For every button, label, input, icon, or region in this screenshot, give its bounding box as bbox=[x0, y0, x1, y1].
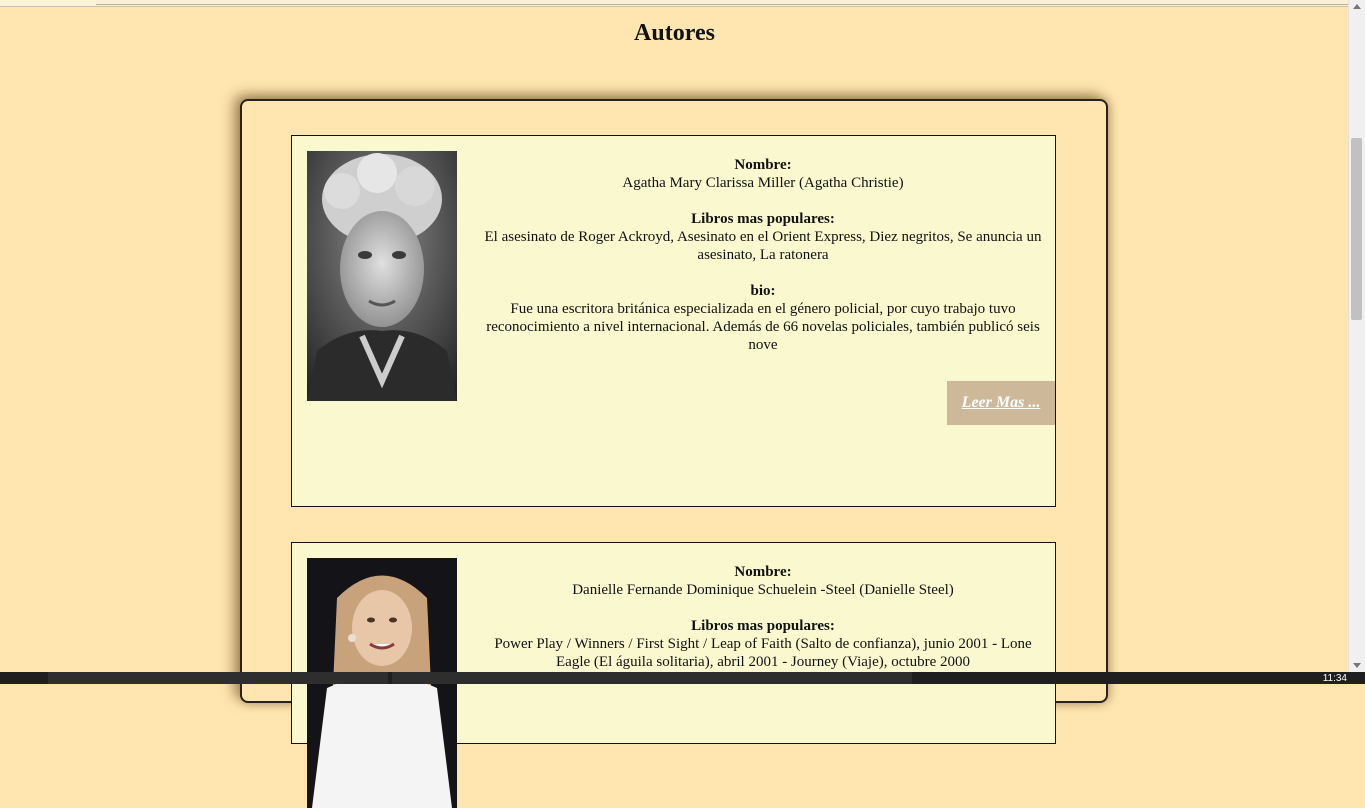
taskbar-item[interactable] bbox=[48, 672, 388, 684]
author-card: Nombre: Agatha Mary Clarissa Miller (Aga… bbox=[291, 135, 1056, 507]
scroll-thumb[interactable] bbox=[1351, 138, 1362, 320]
vertical-scrollbar[interactable] bbox=[1348, 0, 1365, 672]
author-name: Danielle Fernande Dominique Schuelein -S… bbox=[572, 582, 954, 598]
scroll-down-icon[interactable] bbox=[1353, 663, 1361, 668]
taskbar-clock: 11:34 bbox=[1322, 673, 1347, 684]
taskbar-item[interactable] bbox=[392, 672, 912, 684]
author-books: El asesinato de Roger Ackroyd, Asesinato… bbox=[484, 229, 1042, 263]
name-label: Nombre: bbox=[734, 564, 792, 580]
author-info: Nombre: Danielle Fernande Dominique Schu… bbox=[478, 563, 1048, 689]
scroll-up-icon[interactable] bbox=[1353, 4, 1361, 9]
author-card: Nombre: Danielle Fernande Dominique Schu… bbox=[291, 542, 1056, 808]
name-label: Nombre: bbox=[734, 157, 792, 173]
browser-top-strip bbox=[0, 0, 1349, 7]
author-name: Agatha Mary Clarissa Miller (Agatha Chri… bbox=[622, 175, 904, 191]
read-more-link[interactable]: Leer Mas ... bbox=[947, 381, 1055, 425]
books-label: Libros mas populares: bbox=[691, 618, 835, 634]
tab-strip-edge bbox=[96, 0, 1348, 5]
author-bio: Fue una escritora británica especializad… bbox=[486, 301, 1040, 353]
bio-label: bio: bbox=[750, 283, 776, 299]
page-title: Autores bbox=[634, 20, 715, 46]
taskbar: 11:34 bbox=[0, 672, 1365, 684]
author-books: Power Play / Winners / First Sight / Lea… bbox=[494, 636, 1032, 670]
books-label: Libros mas populares: bbox=[691, 211, 835, 227]
author-info: Nombre: Agatha Mary Clarissa Miller (Aga… bbox=[478, 156, 1048, 372]
author-photo bbox=[307, 151, 457, 401]
